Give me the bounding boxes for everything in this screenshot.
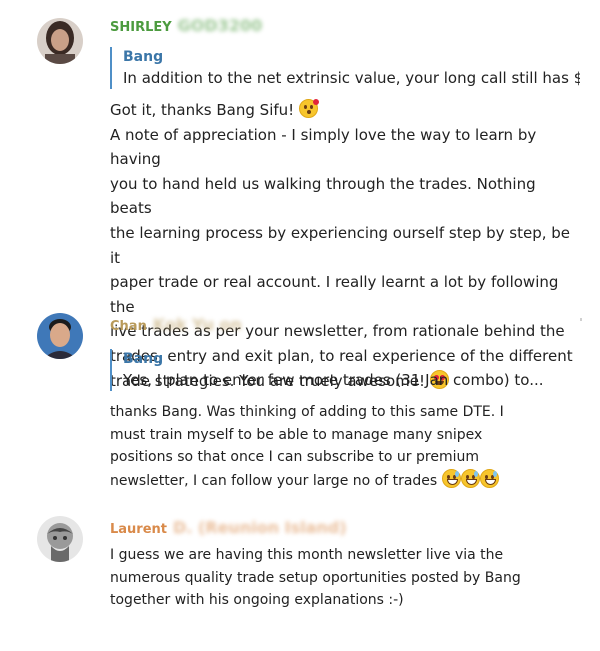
message-line: you to hand held us walking through the … xyxy=(110,174,536,218)
avatar[interactable] xyxy=(37,18,83,64)
message-line: positions so that once I can subscribe t… xyxy=(110,449,479,466)
message-line: newsletter, I can follow your large no o… xyxy=(110,472,438,489)
reply-sender: Bang xyxy=(123,49,164,65)
avatar[interactable] xyxy=(37,313,83,359)
grinning-sweat-emoji xyxy=(479,468,499,488)
message-line: must train myself to be able to manage m… xyxy=(110,426,483,443)
message-text: I guess we are having this month newslet… xyxy=(110,544,580,612)
avatar[interactable] xyxy=(37,516,83,562)
reply-sender: Bang xyxy=(123,351,164,367)
message-line: the learning process by experiencing our… xyxy=(110,223,571,267)
message-line: I guess we are having this month newslet… xyxy=(110,547,504,563)
user-photo-icon xyxy=(37,516,83,562)
reply-preview: In addition to the net extrinsic value, … xyxy=(123,69,580,87)
message-line: paper trade or real account. I really le… xyxy=(110,273,559,316)
sender-username-blurred: Kok Yu on xyxy=(152,315,242,334)
user-photo-icon xyxy=(37,18,83,64)
message-line: A note of appreciation - I simply love t… xyxy=(110,125,537,169)
user-photo-icon xyxy=(37,313,83,359)
message-line: Got it, thanks Bang Sifu! xyxy=(110,101,295,119)
message-line: together with his ongoing explanations :… xyxy=(110,592,404,609)
sender-username-blurred: D. (Reunion Island) xyxy=(173,518,347,537)
sender-username-blurred: GOD3200 xyxy=(177,16,263,35)
reply-quote[interactable]: Bang Yes, I plan to enter few more trade… xyxy=(110,349,580,391)
sender-name[interactable]: SHIRLEY GOD3200 xyxy=(110,16,580,37)
message-text: thanks Bang. Was thinking of adding to t… xyxy=(110,401,580,492)
grinning-sweat-emoji xyxy=(460,468,480,488)
message-line: numerous quality trade setup oportunitie… xyxy=(110,569,521,586)
grinning-sweat-emoji xyxy=(441,468,461,488)
scroll-marker xyxy=(580,318,582,321)
sender-name[interactable]: Chan Kok Yu on xyxy=(110,315,580,336)
message-line: thanks Bang. Was thinking of adding to t… xyxy=(110,404,504,420)
reply-quote[interactable]: Bang In addition to the net extrinsic va… xyxy=(110,47,580,89)
reply-preview: Yes, I plan to enter few more trades (31… xyxy=(123,371,544,389)
sender-name[interactable]: Laurent D. (Reunion Island) xyxy=(110,518,580,539)
face-blowing-kiss-emoji xyxy=(298,99,319,118)
